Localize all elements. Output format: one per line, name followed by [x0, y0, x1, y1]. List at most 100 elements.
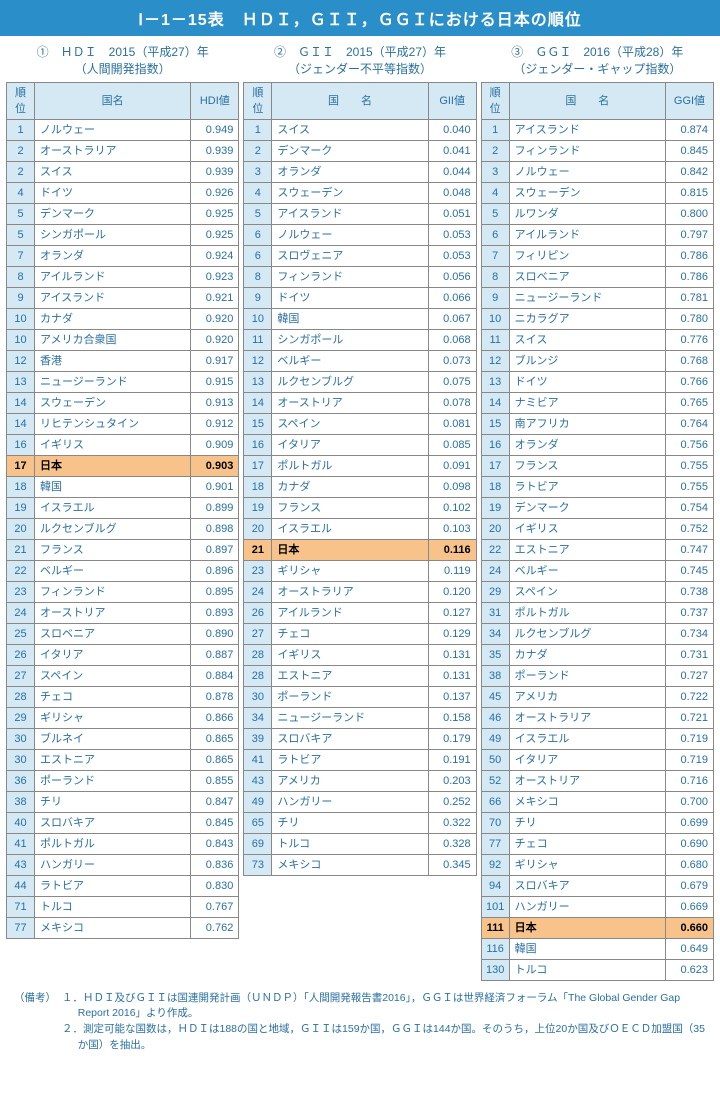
rank-cell: 1	[244, 119, 272, 140]
rank-cell: 43	[7, 854, 35, 875]
country-cell: アイルランド	[509, 224, 665, 245]
rank-cell: 1	[7, 119, 35, 140]
value-cell: 0.890	[191, 623, 239, 644]
country-cell: ルクセンブルグ	[35, 518, 191, 539]
table-row: 4スウェーデン0.815	[481, 182, 713, 203]
table-row: 94スロバキア0.679	[481, 875, 713, 896]
rank-cell: 12	[244, 350, 272, 371]
value-cell: 0.855	[191, 770, 239, 791]
rank-cell: 23	[244, 560, 272, 581]
value-cell: 0.755	[665, 455, 713, 476]
country-cell: シンガポール	[272, 329, 428, 350]
table-row: 23フィンランド0.895	[7, 581, 239, 602]
value-cell: 0.623	[665, 959, 713, 980]
country-cell: チリ	[509, 812, 665, 833]
column-subtitle: （ジェンダー不平等指数）	[288, 62, 432, 76]
table-row: 52オーストリア0.716	[481, 770, 713, 791]
value-cell: 0.884	[191, 665, 239, 686]
value-cell: 0.815	[665, 182, 713, 203]
country-cell: ニュージーランド	[272, 707, 428, 728]
table-row: 17日本0.903	[7, 455, 239, 476]
value-cell: 0.893	[191, 602, 239, 623]
table-row: 29ギリシャ0.866	[7, 707, 239, 728]
country-cell: エストニア	[272, 665, 428, 686]
value-cell: 0.053	[428, 224, 476, 245]
value-cell: 0.745	[665, 560, 713, 581]
value-cell: 0.920	[191, 329, 239, 350]
rank-cell: 1	[481, 119, 509, 140]
rank-cell: 19	[481, 497, 509, 518]
rank-cell: 20	[244, 518, 272, 539]
value-cell: 0.120	[428, 581, 476, 602]
value-cell: 0.913	[191, 392, 239, 413]
value-cell: 0.116	[428, 539, 476, 560]
value-cell: 0.719	[665, 749, 713, 770]
rank-cell: 66	[481, 791, 509, 812]
rank-cell: 24	[481, 560, 509, 581]
value-cell: 0.912	[191, 413, 239, 434]
table-row: 1スイス0.040	[244, 119, 476, 140]
rank-cell: 7	[7, 245, 35, 266]
country-cell: イタリア	[509, 749, 665, 770]
table-row: 10韓国0.067	[244, 308, 476, 329]
rank-cell: 10	[7, 329, 35, 350]
country-cell: ポルトガル	[35, 833, 191, 854]
country-cell: ナミビア	[509, 392, 665, 413]
column-header: 国名	[35, 82, 191, 119]
table-row: 130トルコ0.623	[481, 959, 713, 980]
value-cell: 0.103	[428, 518, 476, 539]
rank-cell: 77	[481, 833, 509, 854]
value-cell: 0.899	[191, 497, 239, 518]
footnotes-label: （備考）	[14, 991, 56, 1054]
value-cell: 0.081	[428, 413, 476, 434]
rank-cell: 94	[481, 875, 509, 896]
country-cell: ノルウェー	[35, 119, 191, 140]
table-row: 2デンマーク0.041	[244, 140, 476, 161]
table-row: 69トルコ0.328	[244, 833, 476, 854]
ranking-table: 順位国名HDI値1ノルウェー0.9492オーストラリア0.9392スイス0.93…	[6, 82, 239, 939]
value-cell: 0.921	[191, 287, 239, 308]
table-row: 19フランス0.102	[244, 497, 476, 518]
index-column: ③ ＧＧＩ 2016（平成28）年（ジェンダー・ギャップ指数）順位国 名GGI値…	[481, 44, 714, 981]
rank-cell: 34	[244, 707, 272, 728]
country-cell: ルワンダ	[509, 203, 665, 224]
rank-cell: 14	[7, 392, 35, 413]
rank-cell: 13	[244, 371, 272, 392]
column-subtitle: （人間開発指数）	[75, 62, 171, 76]
rank-cell: 9	[7, 287, 35, 308]
table-row: 12ベルギー0.073	[244, 350, 476, 371]
country-cell: 韓国	[272, 308, 428, 329]
table-row: 1アイスランド0.874	[481, 119, 713, 140]
country-cell: ドイツ	[35, 182, 191, 203]
value-cell: 0.762	[191, 917, 239, 938]
rank-cell: 27	[7, 665, 35, 686]
value-cell: 0.056	[428, 266, 476, 287]
table-row: 36ポーランド0.855	[7, 770, 239, 791]
country-cell: 香港	[35, 350, 191, 371]
column-title: ＧＩＩ 2015（平成27）年	[298, 45, 446, 59]
value-cell: 0.252	[428, 791, 476, 812]
value-cell: 0.073	[428, 350, 476, 371]
table-row: 44ラトビア0.830	[7, 875, 239, 896]
country-cell: ベルギー	[509, 560, 665, 581]
rank-cell: 11	[244, 329, 272, 350]
table-row: 66メキシコ0.700	[481, 791, 713, 812]
country-cell: ポーランド	[272, 686, 428, 707]
value-cell: 0.679	[665, 875, 713, 896]
country-cell: オーストリア	[509, 770, 665, 791]
value-cell: 0.768	[665, 350, 713, 371]
table-row: 21フランス0.897	[7, 539, 239, 560]
value-cell: 0.865	[191, 749, 239, 770]
value-cell: 0.939	[191, 161, 239, 182]
country-cell: アイスランド	[35, 287, 191, 308]
rank-cell: 26	[244, 602, 272, 623]
value-cell: 0.786	[665, 245, 713, 266]
column-number: ②	[274, 45, 286, 59]
table-row: 13ニュージーランド0.915	[7, 371, 239, 392]
table-row: 13ルクセンブルグ0.075	[244, 371, 476, 392]
country-cell: チェコ	[35, 686, 191, 707]
rank-cell: 4	[481, 182, 509, 203]
value-cell: 0.845	[665, 140, 713, 161]
country-cell: トルコ	[509, 959, 665, 980]
rank-cell: 28	[244, 644, 272, 665]
